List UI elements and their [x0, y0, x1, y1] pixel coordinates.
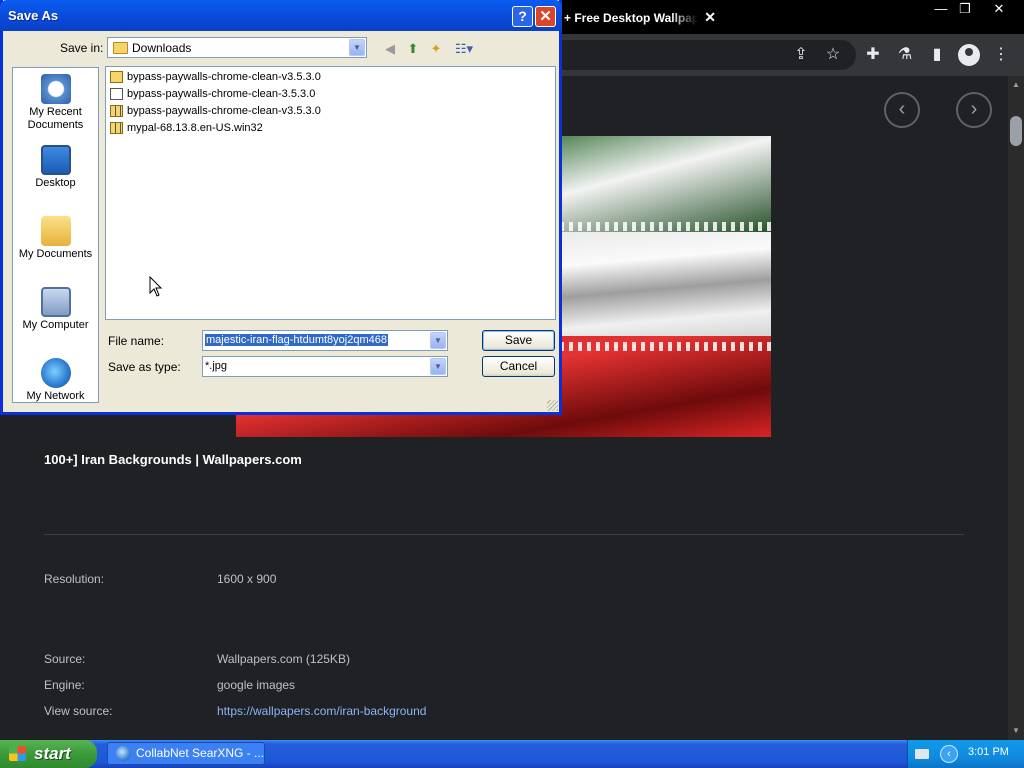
recent-documents-icon [40, 74, 71, 104]
place-my-documents[interactable]: My Documents [13, 216, 98, 261]
my-documents-icon [40, 216, 71, 246]
folder-icon [113, 42, 128, 54]
dialog-close-button[interactable]: ✕ [535, 6, 556, 27]
scroll-up-arrow-icon[interactable]: ▲ [1008, 78, 1024, 92]
place-my-network[interactable]: My Network [13, 358, 98, 403]
place-label: My Recent Documents [27, 106, 84, 131]
show-hidden-icons-icon[interactable]: ‹ [940, 745, 958, 763]
view-menu-icon[interactable]: ☷▾ [452, 40, 476, 57]
tab-close-icon[interactable]: ✕ [704, 9, 716, 26]
file-name-label: File name: [108, 334, 165, 348]
chevron-down-icon[interactable]: ▼ [349, 39, 365, 56]
source-label: Source: [44, 652, 86, 666]
desktop-icon [40, 145, 71, 175]
file-name: bypass-paywalls-chrome-clean-v3.5.3.0 [127, 105, 321, 117]
save-as-dialog: Save As ? ✕ Save in: Downloads ▼ ◀ ⬆ ✦ ☷… [0, 0, 562, 415]
list-item[interactable]: mypal-68.13.8.en-US.win32 [110, 120, 263, 136]
file-name-input-value[interactable]: majestic-iran-flag-htdumt8yoj2qm468 [205, 334, 388, 346]
browser-close-button[interactable]: ✕ [984, 0, 1014, 18]
save-in-value: Downloads [132, 41, 192, 55]
bookmark-star-icon[interactable]: ☆ [822, 44, 844, 66]
labs-icon[interactable]: ⚗ [894, 44, 916, 66]
file-name: mypal-68.13.8.en-US.win32 [127, 122, 263, 134]
share-icon[interactable]: ⇪ [790, 44, 812, 66]
divider [44, 534, 964, 535]
resize-grip-icon[interactable] [547, 400, 558, 411]
list-item[interactable]: bypass-paywalls-chrome-clean-v3.5.3.0 [110, 103, 321, 119]
tab-title: + Free Desktop Wallpaper [564, 11, 698, 25]
save-in-dropdown[interactable]: Downloads ▼ [107, 37, 367, 58]
place-label: My Network [26, 390, 85, 402]
windows-flag-icon [9, 746, 26, 761]
engine-value: google images [217, 678, 296, 692]
page-scrollbar[interactable] [1008, 76, 1024, 740]
my-computer-icon [40, 287, 71, 317]
chevron-down-icon[interactable]: ▼ [430, 358, 446, 375]
back-icon[interactable]: ◀ [381, 40, 399, 57]
save-as-type-label: Save as type: [108, 360, 181, 374]
place-desktop[interactable]: Desktop [13, 145, 98, 190]
new-folder-icon[interactable]: ✦ [427, 40, 445, 57]
engine-label: Engine: [44, 678, 85, 692]
chevron-down-icon[interactable]: ▼ [430, 332, 446, 349]
dialog-titlebar[interactable]: Save As ? ✕ [0, 0, 562, 31]
profile-avatar-icon[interactable] [958, 44, 980, 66]
result-title: 100+] Iran Backgrounds | Wallpapers.com [44, 452, 302, 467]
list-item[interactable]: bypass-paywalls-chrome-clean-3.5.3.0 [110, 86, 315, 102]
zip-folder-icon [110, 122, 123, 134]
resolution-label: Resolution: [44, 572, 105, 586]
keyboard-icon[interactable] [915, 749, 929, 759]
place-label: Desktop [35, 177, 76, 189]
place-my-recent-documents[interactable]: My Recent Documents [13, 74, 98, 132]
places-bar: My Recent Documents Desktop My Documents… [12, 67, 99, 403]
executable-file-icon [110, 88, 123, 100]
view-source-label: View source: [44, 704, 113, 718]
next-image-button[interactable]: › [956, 92, 992, 128]
extensions-icon[interactable]: ✚ [862, 44, 884, 66]
file-list[interactable]: bypass-paywalls-chrome-clean-v3.5.3.0 by… [105, 66, 556, 320]
list-item[interactable]: bypass-paywalls-chrome-clean-v3.5.3.0 [110, 69, 321, 85]
up-folder-icon[interactable]: ⬆ [404, 40, 422, 57]
save-as-type-value: *.jpg [205, 360, 228, 372]
restore-button[interactable]: ❐ [950, 0, 980, 18]
previous-image-button[interactable]: ‹ [884, 92, 920, 128]
place-my-computer[interactable]: My Computer [13, 287, 98, 332]
browser-menu-icon[interactable]: ⋮ [990, 44, 1012, 66]
place-label: My Computer [22, 319, 89, 331]
save-in-label: Save in: [60, 41, 104, 55]
save-button[interactable]: Save [482, 330, 555, 351]
zip-folder-icon [110, 105, 123, 117]
my-network-icon [40, 358, 71, 388]
file-name: bypass-paywalls-chrome-clean-3.5.3.0 [127, 88, 316, 100]
save-as-type-dropdown[interactable]: *.jpg ▼ [202, 356, 448, 377]
scrollbar-thumb[interactable] [1010, 116, 1022, 146]
folder-icon [110, 71, 123, 83]
resolution-value: 1600 x 900 [217, 572, 277, 586]
dialog-title: Save As [8, 8, 59, 23]
cancel-button[interactable]: Cancel [482, 356, 555, 377]
side-panel-icon[interactable]: ▮ [926, 44, 948, 66]
browser-tab[interactable]: + Free Desktop Wallpaper ✕ [558, 5, 728, 31]
clock: 3:01 PM [968, 746, 1009, 758]
place-label: My Documents [18, 248, 93, 260]
file-name-field[interactable]: majestic-iran-flag-htdumt8yoj2qm468 ▼ [202, 330, 448, 351]
view-source-link[interactable]: https://wallpapers.com/iran-background [217, 704, 426, 718]
browser-app-icon [116, 746, 131, 761]
file-name: bypass-paywalls-chrome-clean-v3.5.3.0 [127, 71, 321, 83]
source-value: Wallpapers.com (125KB) [217, 652, 350, 666]
scroll-down-arrow-icon[interactable]: ▼ [1008, 724, 1024, 738]
help-button[interactable]: ? [512, 6, 533, 27]
